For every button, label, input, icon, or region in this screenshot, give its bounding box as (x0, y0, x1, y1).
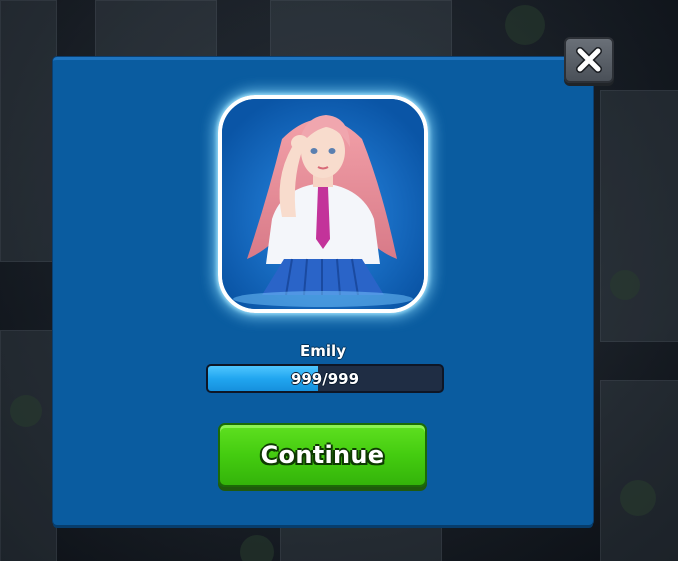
game-scene: Emily 999/999 Continue (0, 0, 678, 561)
close-icon (576, 47, 602, 73)
character-portrait (218, 95, 428, 313)
character-name: Emily (300, 342, 346, 360)
character-illustration (222, 99, 424, 309)
continue-button-label: Continue (260, 441, 385, 469)
hp-progress-text: 999/999 (290, 369, 360, 388)
hp-progress-bar: 999/999 (206, 364, 444, 393)
continue-button[interactable]: Continue (218, 423, 427, 487)
close-button[interactable] (564, 37, 614, 83)
